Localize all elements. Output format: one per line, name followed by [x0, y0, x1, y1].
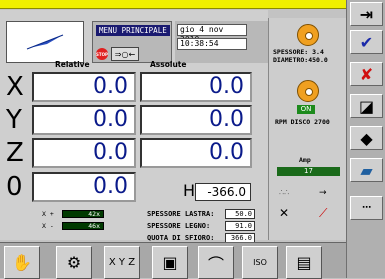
time-field: 10:38:54 [177, 38, 247, 50]
gauge-x-plus: X + 42x [42, 210, 104, 218]
datetime-box: gio 4 nov 2010 10:38:54 [175, 21, 268, 63]
nowater-icon[interactable]: ✕ [279, 206, 289, 220]
tool-icon[interactable]: ◆ [350, 126, 383, 150]
gauge-bar: 46x [62, 222, 104, 230]
axis-label-rotation: 0 [6, 172, 23, 202]
arrow-button[interactable]: ⇒○← [111, 47, 139, 61]
company-logo [6, 21, 84, 63]
y-absolute-value[interactable]: 0.0 [140, 105, 252, 135]
gauge-x-minus: X - 46x [42, 222, 104, 230]
amp-label: Amp [299, 156, 311, 164]
rotation-relative-value[interactable]: 0.0 [32, 172, 136, 202]
water-icon[interactable]: ∴∴ [279, 188, 289, 197]
x-absolute-value[interactable]: 0.0 [140, 72, 252, 102]
cancel-icon[interactable]: ✘ [350, 62, 383, 86]
gauge-value: 42x [88, 210, 100, 218]
logo-icon [26, 34, 64, 50]
exit-icon[interactable]: ⇥ [350, 2, 383, 26]
menu-box: MENU PRINCIPALE STOP ⇒○← [92, 21, 172, 63]
spessore-legno-label: SPESSORE LEGNO: [147, 222, 211, 230]
bottom-toolbar: ✋ ⚙ X Y Z ▣ ⌒ ISO ▤ [0, 242, 346, 279]
column-absolute-header: Assolute [150, 60, 187, 69]
program-icon[interactable]: ▤ [286, 246, 322, 279]
gauge-value: 46x [88, 222, 100, 230]
column-relative-header: Relative [55, 60, 90, 69]
gauge-label: X + [42, 210, 54, 218]
on-badge: ON [297, 105, 315, 114]
more-icon[interactable]: ⋯ [350, 196, 383, 220]
x-relative-value[interactable]: 0.0 [32, 72, 136, 102]
gauge-bar: 42x [62, 210, 104, 218]
spessore-legno-value[interactable]: 91.0 [225, 221, 255, 231]
flag-icon[interactable]: ▰ [350, 158, 383, 182]
side-panel: SPESSORE: 3.4 DIAMETRO:450.0 ON RPM DISC… [268, 18, 346, 240]
axis-label-z: Z [6, 138, 24, 168]
right-toolbar: ⇥ ✔ ✘ ◪ ◆ ▰ ⋯ [346, 0, 385, 278]
xyz-icon[interactable]: X Y Z [104, 246, 140, 279]
spessore-lastra-label: SPESSORE LASTRA: [147, 210, 215, 218]
date-field: gio 4 nov 2010 [177, 24, 247, 44]
arrow-icon[interactable]: → [319, 188, 327, 198]
z-absolute-value[interactable]: 0.0 [140, 138, 252, 168]
gauge-label: X - [42, 222, 54, 230]
h-label: H [183, 181, 196, 200]
top-status-bar [0, 0, 346, 9]
manual-icon[interactable]: ▣ [152, 246, 188, 279]
h-value[interactable]: -366.0 [195, 183, 251, 201]
amp-bar: 17 [277, 167, 340, 176]
axis-label-x: X [6, 72, 24, 102]
menu-title[interactable]: MENU PRINCIPALE [96, 25, 170, 36]
stop-icon[interactable]: STOP [96, 48, 108, 60]
eraser-icon[interactable]: ◪ [350, 94, 383, 118]
spessore-lastra-value[interactable]: 50.0 [225, 209, 255, 219]
hand-icon[interactable]: ✋ [4, 246, 40, 279]
diametro-text: DIAMETRO:450.0 [273, 56, 328, 64]
spessore-text: SPESSORE: 3.4 [273, 48, 324, 56]
app-root: MENU PRINCIPALE STOP ⇒○← gio 4 nov 2010 … [0, 0, 385, 279]
disc-on-icon[interactable] [297, 80, 319, 102]
axis-label-y: Y [6, 105, 22, 135]
iso-icon[interactable]: ISO [242, 246, 278, 279]
z-relative-value[interactable]: 0.0 [32, 138, 136, 168]
graph-icon[interactable]: ⌒ [198, 246, 234, 279]
check-icon[interactable]: ✔ [350, 30, 383, 54]
disc-icon [297, 24, 319, 46]
angle-icon[interactable]: ⟋ [319, 206, 327, 221]
motor-icon[interactable]: ⚙ [56, 246, 92, 279]
y-relative-value[interactable]: 0.0 [32, 105, 136, 135]
rpm-text: RPM DISCO 2700 [275, 118, 330, 126]
